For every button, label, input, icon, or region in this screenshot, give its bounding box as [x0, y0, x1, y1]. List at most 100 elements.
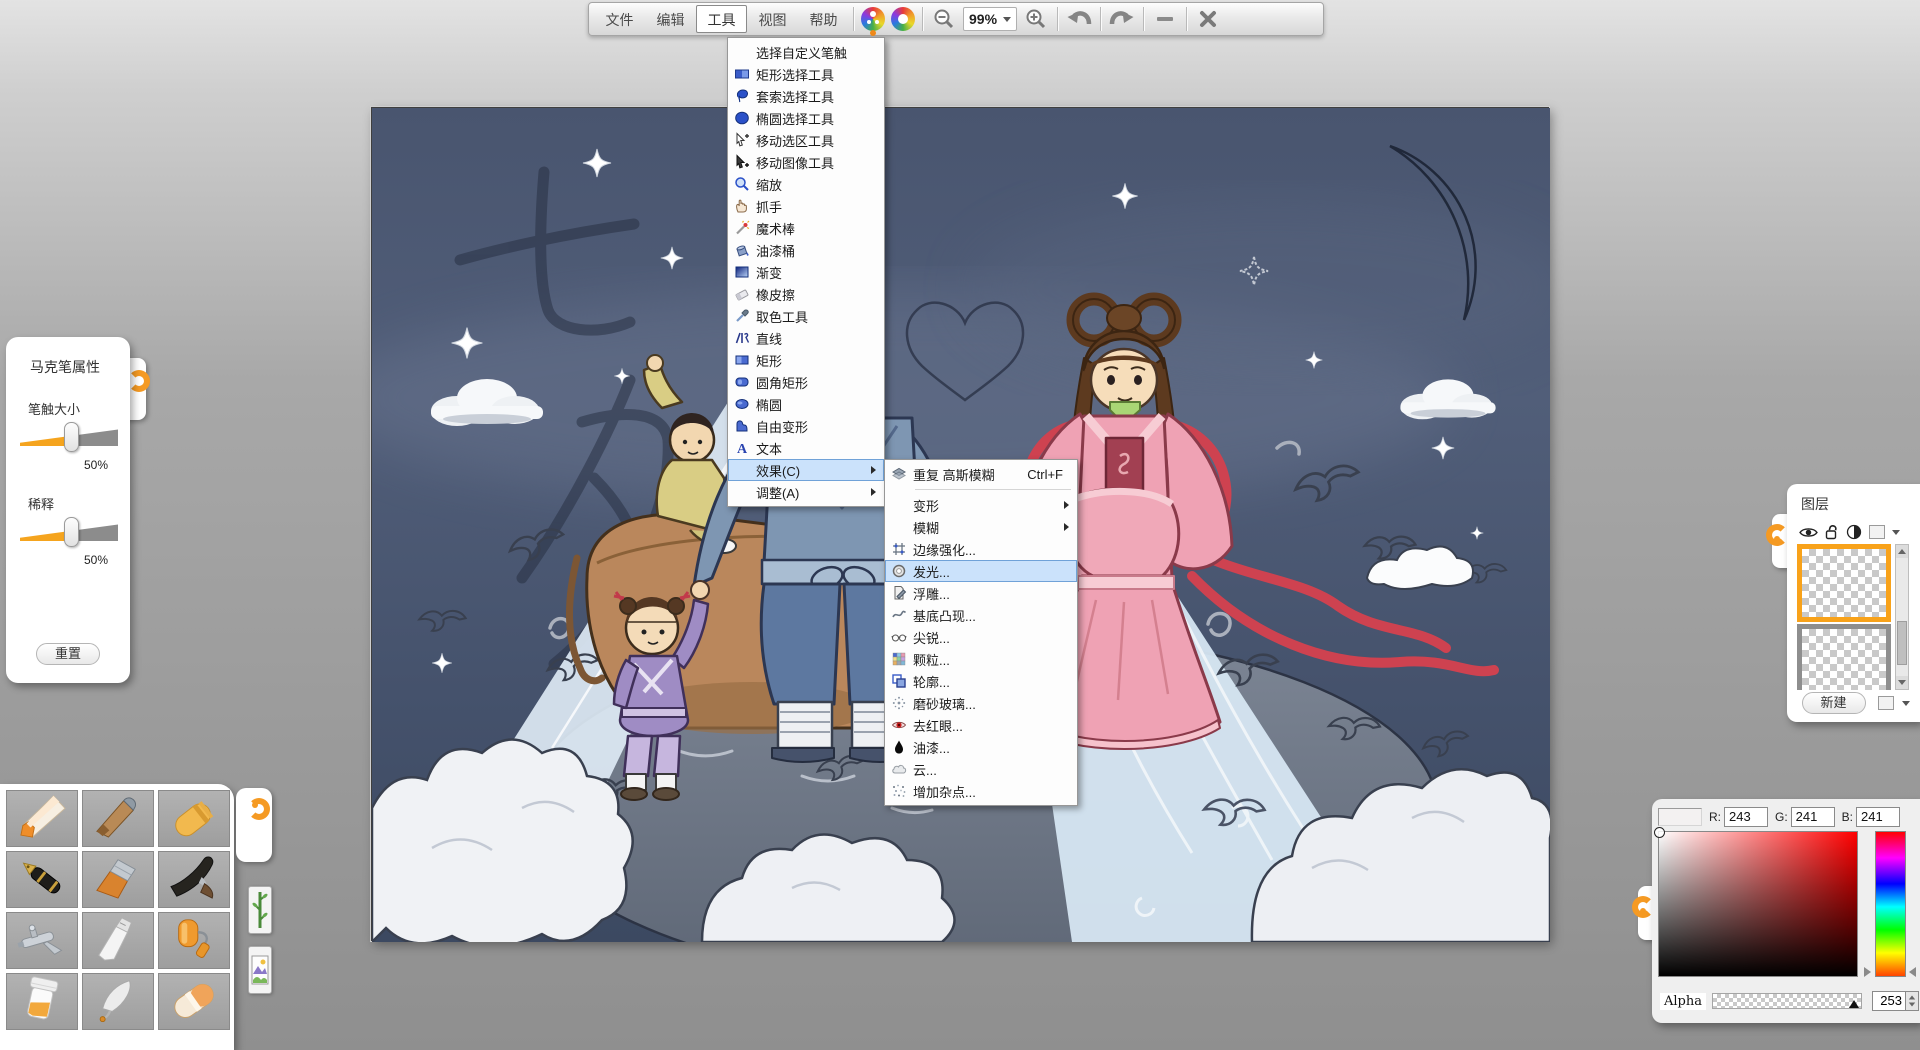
green-input[interactable]: 241 [1791, 807, 1835, 827]
zoom-in-button[interactable] [1019, 5, 1053, 33]
layer-options-button[interactable] [1869, 525, 1885, 539]
layer-blend-button[interactable] [1846, 524, 1862, 540]
menu-item-8[interactable]: 抓手 [728, 195, 884, 217]
hue-marker-right[interactable] [1909, 967, 1916, 977]
undo-button[interactable] [1062, 5, 1096, 33]
menu-item-10[interactable]: 颗粒... [885, 648, 1077, 670]
menu-button-2[interactable]: 编辑 [645, 5, 696, 33]
blue-input[interactable]: 241 [1856, 807, 1900, 827]
menu-item-5[interactable]: 边缘强化... [885, 538, 1077, 560]
menu-item-14[interactable]: 直线 [728, 327, 884, 349]
menu-item-6[interactable]: 移动图像工具 [728, 151, 884, 173]
alpha-value[interactable]: 253 [1872, 991, 1906, 1011]
menu-item-12[interactable]: 橡皮擦 [728, 283, 884, 305]
menu-item-6[interactable]: 发光... [885, 560, 1077, 582]
brush-wood-marker[interactable] [82, 790, 154, 847]
color-position-marker[interactable] [1654, 827, 1665, 838]
menu-item-5[interactable]: 移动选区工具 [728, 129, 884, 151]
layer-thumbnail[interactable] [1797, 624, 1891, 690]
layer-scrollbar[interactable] [1895, 544, 1909, 690]
menu-item-21[interactable]: 调整(A) [728, 481, 884, 503]
menu-button-1[interactable]: 文件 [594, 5, 645, 33]
gallery-button[interactable] [888, 5, 918, 33]
menu-item-1[interactable]: 选择自定义笔触 [728, 41, 884, 63]
scrollbar-thumb[interactable] [1897, 621, 1907, 665]
brush-eraser[interactable] [158, 973, 230, 1030]
submenu-arrow-icon [1064, 501, 1069, 509]
menu-item-16[interactable]: 增加杂点... [885, 780, 1077, 802]
menu-item-17[interactable]: 椭圆 [728, 393, 884, 415]
menu-item-13[interactable]: 去红眼... [885, 714, 1077, 736]
menu-item-11[interactable]: 渐变 [728, 261, 884, 283]
brush-round-brush[interactable] [158, 851, 230, 908]
brush-paint-roller[interactable] [158, 912, 230, 969]
menu-item-3[interactable]: 套索选择工具 [728, 85, 884, 107]
brush-blade-pen[interactable] [82, 973, 154, 1030]
hue-marker-left[interactable] [1864, 967, 1871, 977]
dilution-slider[interactable] [20, 519, 118, 545]
menu-item-4[interactable]: 模糊 [885, 516, 1077, 538]
chevron-down-icon[interactable] [1892, 530, 1900, 535]
menu-item-3[interactable]: 变形 [885, 494, 1077, 516]
menu-item-9[interactable]: 魔术棒 [728, 217, 884, 239]
brush-crayon[interactable] [158, 790, 230, 847]
menu-item-7[interactable]: 缩放 [728, 173, 884, 195]
reset-button[interactable]: 重置 [36, 643, 100, 665]
menu-item-16[interactable]: 圆角矩形 [728, 371, 884, 393]
menu-item-11[interactable]: 轮廓... [885, 670, 1077, 692]
menu-item-15[interactable]: 云... [885, 758, 1077, 780]
alpha-slider[interactable] [1712, 993, 1862, 1009]
new-layer-button[interactable]: 新建 [1802, 692, 1866, 714]
menu-item-20[interactable]: 效果(C) [728, 459, 884, 481]
layer-lock-button[interactable] [1825, 524, 1839, 540]
brush-pencil[interactable] [6, 790, 78, 847]
alpha-spinner[interactable] [1906, 991, 1919, 1011]
menu-button-3[interactable]: 工具 [696, 5, 747, 33]
slider-thumb[interactable] [64, 422, 79, 452]
menu-button-5[interactable]: 帮助 [798, 5, 849, 33]
menu-item-19[interactable]: A文本 [728, 437, 884, 459]
saturation-value-field[interactable] [1658, 831, 1858, 977]
texture-picker-button[interactable] [248, 946, 272, 994]
panel-handle-logo-icon [1632, 896, 1654, 918]
menu-item-14[interactable]: 油漆... [885, 736, 1077, 758]
brush-palette-handle[interactable] [236, 788, 272, 862]
zoom-out-button[interactable] [927, 5, 961, 33]
menu-item-4[interactable]: 椭圆选择工具 [728, 107, 884, 129]
menu-item-7[interactable]: 浮雕... [885, 582, 1077, 604]
close-button[interactable] [1191, 5, 1225, 33]
menu-item-1[interactable]: 重复 高斯模糊Ctrl+F [885, 463, 1077, 485]
menu-item-9[interactable]: 尖锐... [885, 626, 1077, 648]
brush-size-slider[interactable] [20, 424, 118, 450]
menu-item-13[interactable]: 取色工具 [728, 305, 884, 327]
red-input[interactable]: 243 [1724, 807, 1768, 827]
toolbar-separator [1057, 7, 1058, 31]
slider-thumb[interactable] [64, 517, 79, 547]
layer-menu-button[interactable] [1878, 696, 1894, 710]
hue-bar[interactable] [1875, 831, 1906, 977]
menu-item-12[interactable]: 磨砂玻璃... [885, 692, 1077, 714]
menu-item-15[interactable]: 矩形 [728, 349, 884, 371]
community-button[interactable] [858, 5, 888, 33]
layer-visibility-button[interactable] [1799, 525, 1818, 540]
brush-fountain-pen[interactable] [6, 851, 78, 908]
brush-airbrush[interactable] [6, 912, 78, 969]
menu-item-18[interactable]: 自由变形 [728, 415, 884, 437]
layer-thumbnail-selected[interactable] [1797, 544, 1891, 622]
brush-ink-bottle[interactable] [6, 973, 78, 1030]
zoom-level-select[interactable]: 99% [963, 7, 1017, 31]
minimize-button[interactable] [1148, 5, 1182, 33]
scroll-up-button[interactable] [1896, 545, 1908, 558]
scroll-down-button[interactable] [1896, 676, 1908, 689]
menu-item-2[interactable]: 矩形选择工具 [728, 63, 884, 85]
alpha-slider-marker[interactable] [1849, 1000, 1859, 1008]
chevron-down-icon[interactable] [1902, 701, 1910, 706]
redo-button[interactable] [1105, 5, 1139, 33]
menu-item-10[interactable]: 油漆桶 [728, 239, 884, 261]
menu-item-8[interactable]: 基底凸现... [885, 604, 1077, 626]
brush-flat-brush[interactable] [82, 851, 154, 908]
brush-palette-knife[interactable] [82, 912, 154, 969]
bamboo-brushes-button[interactable] [248, 886, 272, 934]
menu-item-label: 磨砂玻璃... [913, 694, 976, 713]
menu-button-4[interactable]: 视图 [747, 5, 798, 33]
